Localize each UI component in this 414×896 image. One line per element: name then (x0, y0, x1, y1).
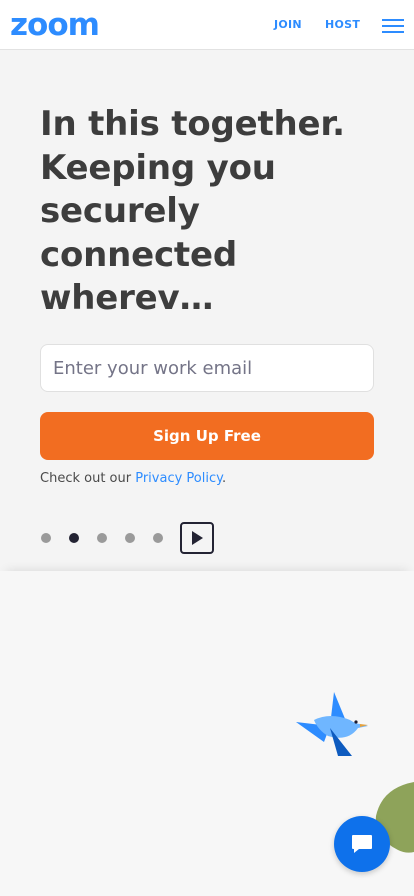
email-input[interactable] (40, 344, 374, 392)
sign-up-free-button[interactable]: Sign Up Free (40, 412, 374, 460)
carousel-dot-1[interactable] (41, 533, 51, 543)
hero-title: In this together. Keeping you securely c… (40, 104, 345, 318)
bird-illustration (296, 692, 368, 756)
carousel-dot-2[interactable] (69, 533, 79, 543)
chat-bubble-icon (352, 835, 372, 853)
privacy-prefix: Check out our (40, 471, 136, 486)
host-link[interactable]: HOST (325, 18, 360, 31)
carousel-dot-3[interactable] (97, 533, 107, 543)
play-icon (192, 531, 203, 545)
carousel-play-button[interactable] (180, 522, 214, 554)
carousel-dot-4[interactable] (125, 533, 135, 543)
privacy-suffix: . (221, 471, 227, 486)
hamburger-menu-icon[interactable] (380, 17, 406, 35)
carousel-dot-5[interactable] (153, 533, 163, 543)
top-nav-bar: zoom JOIN HOST (0, 0, 414, 50)
privacy-notice: Check out our Privacy Policy. (40, 471, 226, 486)
privacy-policy-link[interactable]: Privacy Policy (135, 471, 222, 486)
chat-button[interactable] (334, 816, 390, 872)
zoom-logo[interactable]: zoom (10, 8, 100, 42)
join-link[interactable]: JOIN (274, 18, 302, 31)
